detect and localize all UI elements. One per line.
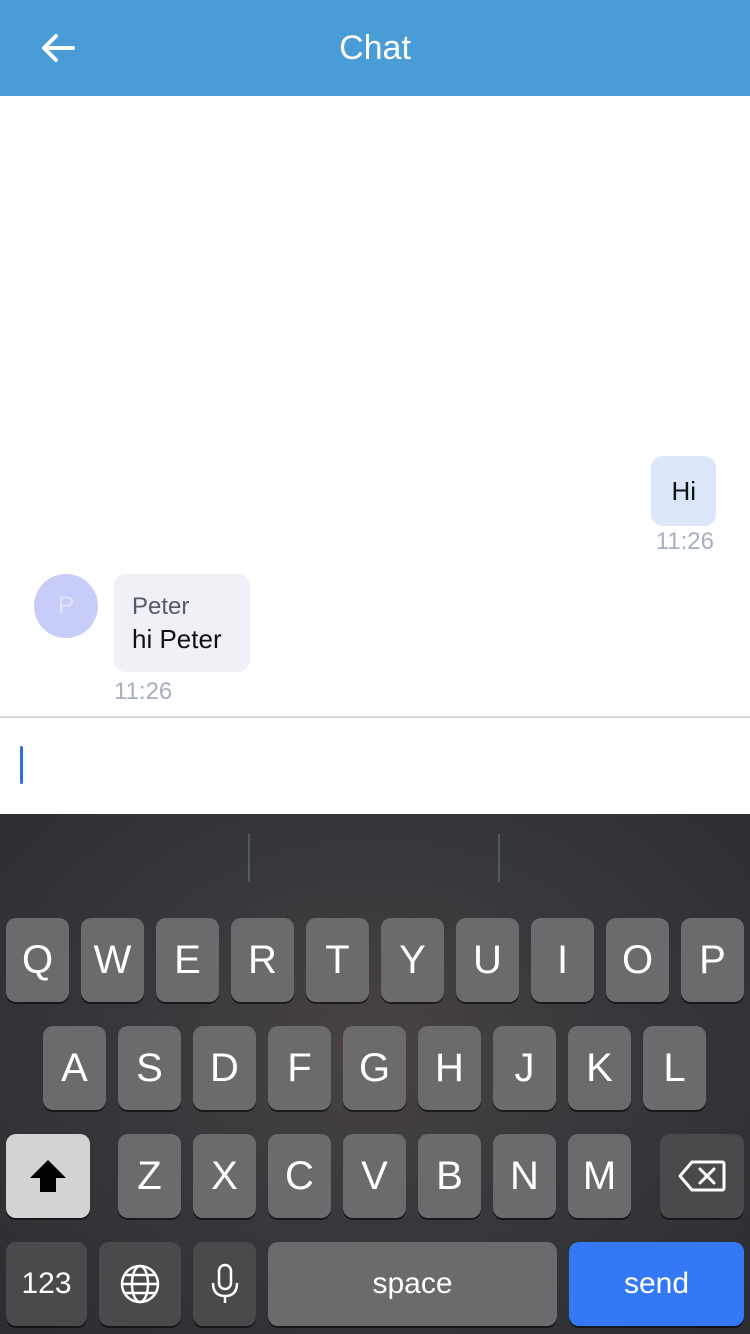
key-q[interactable]: Q [6, 918, 69, 1002]
microphone-icon [211, 1263, 238, 1303]
key-l[interactable]: L [643, 1026, 706, 1110]
key-d[interactable]: D [193, 1026, 256, 1110]
incoming-message-time: 11:26 [114, 678, 173, 705]
key-n[interactable]: N [493, 1134, 556, 1218]
backspace-icon [678, 1160, 726, 1192]
incoming-message-bubble[interactable]: Peter hi Peter [114, 574, 250, 672]
outgoing-message-time: 11:26 [655, 528, 714, 555]
outgoing-message-bubble[interactable]: Hi [651, 456, 716, 526]
incoming-message-text: hi Peter [132, 624, 222, 654]
key-x[interactable]: X [193, 1134, 256, 1218]
key-z[interactable]: Z [118, 1134, 181, 1218]
key-c[interactable]: C [268, 1134, 331, 1218]
shift-key[interactable] [6, 1134, 90, 1218]
key-s[interactable]: S [118, 1026, 181, 1110]
key-t[interactable]: T [306, 918, 369, 1002]
space-key[interactable]: space [268, 1242, 557, 1326]
avatar[interactable]: P [34, 574, 98, 638]
on-screen-keyboard: Q W E R T Y U I O P A S D F G H J K L Z … [0, 814, 750, 1334]
key-o[interactable]: O [606, 918, 669, 1002]
key-e[interactable]: E [156, 918, 219, 1002]
key-j[interactable]: J [493, 1026, 556, 1110]
key-u[interactable]: U [456, 918, 519, 1002]
send-key[interactable]: send [569, 1242, 744, 1326]
key-b[interactable]: B [418, 1134, 481, 1218]
message-sender: Peter [132, 593, 190, 620]
globe-key[interactable] [99, 1242, 181, 1326]
key-f[interactable]: F [268, 1026, 331, 1110]
key-i[interactable]: I [531, 918, 594, 1002]
key-p[interactable]: P [681, 918, 744, 1002]
suggestion-divider [498, 834, 500, 882]
page-title: Chat [339, 28, 411, 67]
app-header: Chat [0, 0, 750, 96]
globe-icon [120, 1264, 160, 1304]
key-a[interactable]: A [43, 1026, 106, 1110]
shift-icon [30, 1160, 66, 1192]
key-y[interactable]: Y [381, 918, 444, 1002]
key-v[interactable]: V [343, 1134, 406, 1218]
text-caret [20, 746, 23, 784]
message-input[interactable] [0, 716, 750, 814]
numbers-key[interactable]: 123 [6, 1242, 87, 1326]
microphone-key[interactable] [193, 1242, 256, 1326]
backspace-key[interactable] [660, 1134, 744, 1218]
key-r[interactable]: R [231, 918, 294, 1002]
key-k[interactable]: K [568, 1026, 631, 1110]
key-w[interactable]: W [81, 918, 144, 1002]
chat-messages: Hi 11:26 P Peter hi Peter 11:26 [0, 96, 750, 716]
key-m[interactable]: M [568, 1134, 631, 1218]
suggestion-divider [248, 834, 250, 882]
key-h[interactable]: H [418, 1026, 481, 1110]
key-g[interactable]: G [343, 1026, 406, 1110]
